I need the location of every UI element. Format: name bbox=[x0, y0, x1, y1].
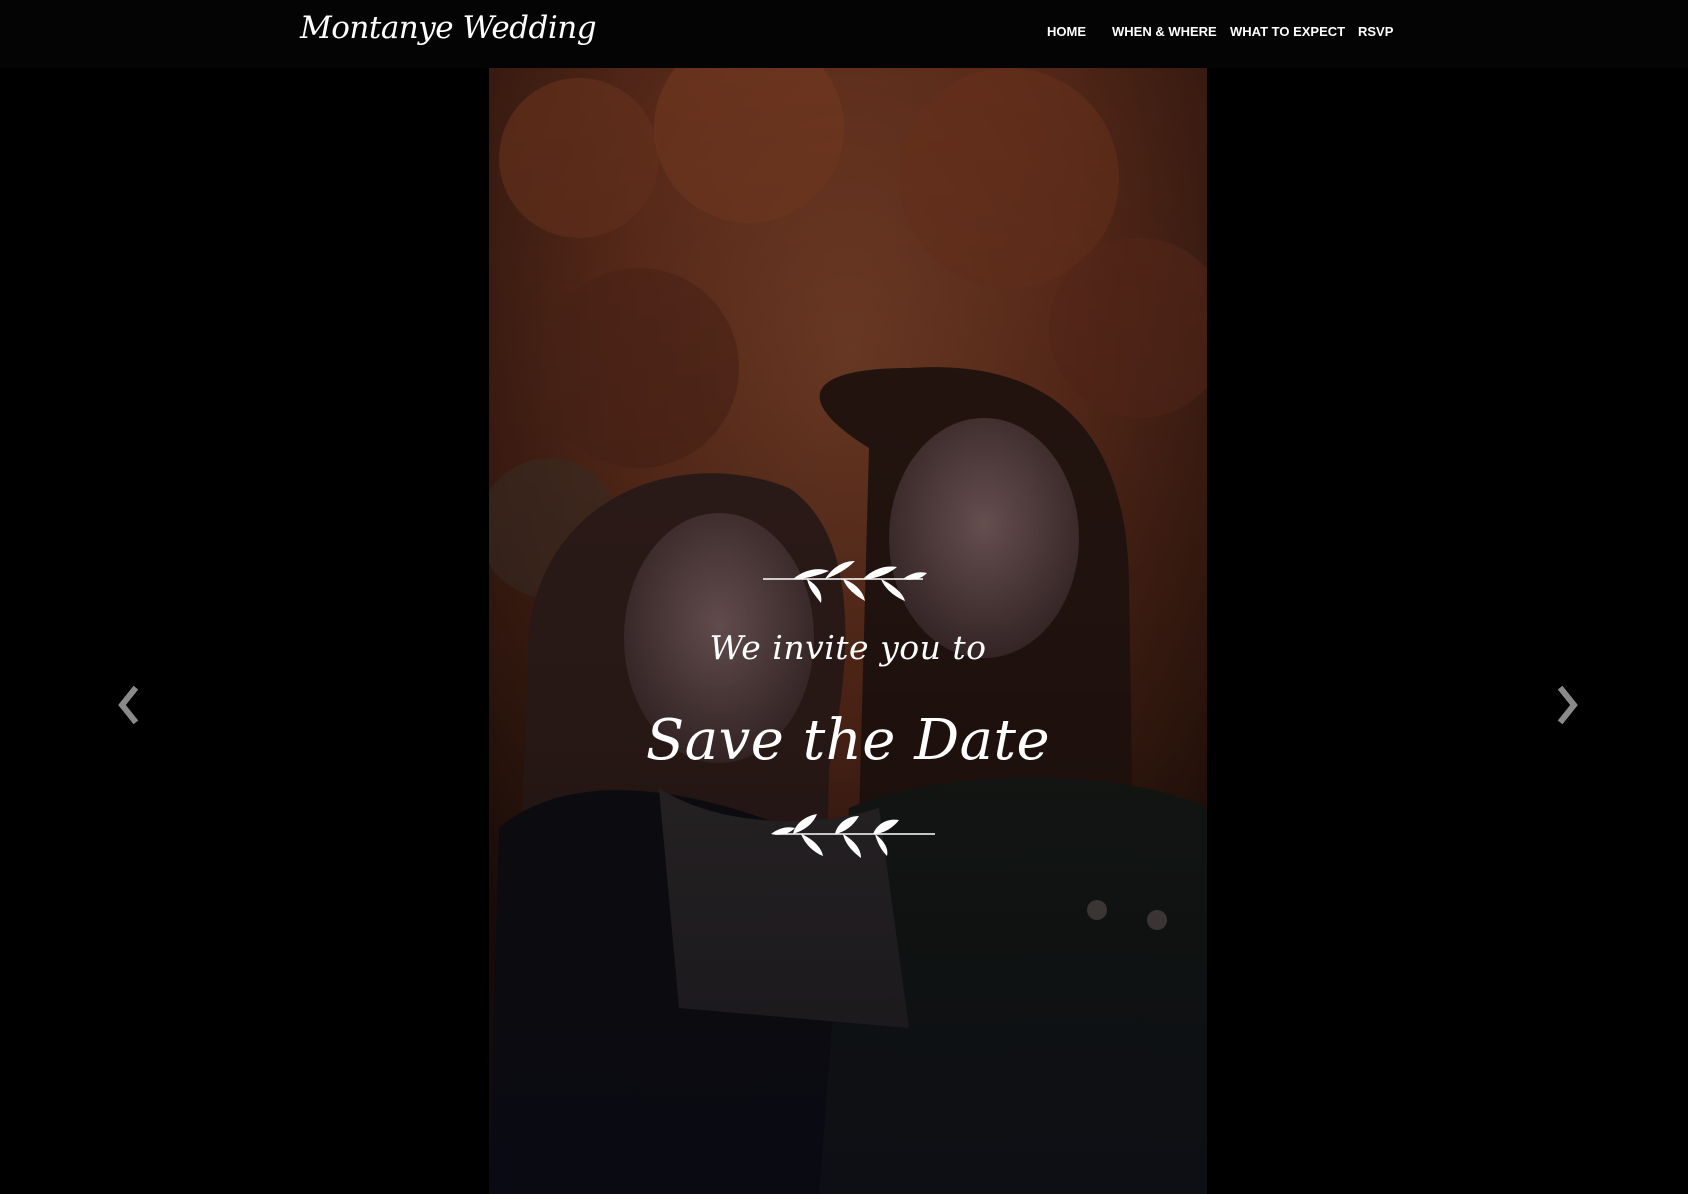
site-brand[interactable]: Montanye Wedding bbox=[300, 10, 597, 46]
nav-home-link[interactable]: HOME bbox=[1047, 24, 1086, 39]
chevron-right-icon[interactable] bbox=[1548, 680, 1588, 730]
hero-carousel: We invite you to Save the Date bbox=[0, 68, 1688, 1194]
chevron-left-icon[interactable] bbox=[108, 680, 148, 730]
nav-when-where-link[interactable]: WHEN & WHERE bbox=[1112, 24, 1217, 39]
invite-text: We invite you to bbox=[709, 628, 987, 667]
laurel-top-icon bbox=[763, 561, 927, 603]
save-the-date-heading: Save the Date bbox=[645, 708, 1051, 773]
nav-rsvp-link[interactable]: RSVP bbox=[1358, 24, 1393, 39]
nav-what-to-expect-link[interactable]: WHAT TO EXPECT bbox=[1230, 24, 1345, 39]
slide-caption: We invite you to Save the Date bbox=[489, 68, 1207, 1194]
top-navbar: Montanye Wedding HOME WHEN & WHERE WHAT … bbox=[0, 0, 1688, 68]
laurel-bottom-icon bbox=[771, 814, 935, 858]
